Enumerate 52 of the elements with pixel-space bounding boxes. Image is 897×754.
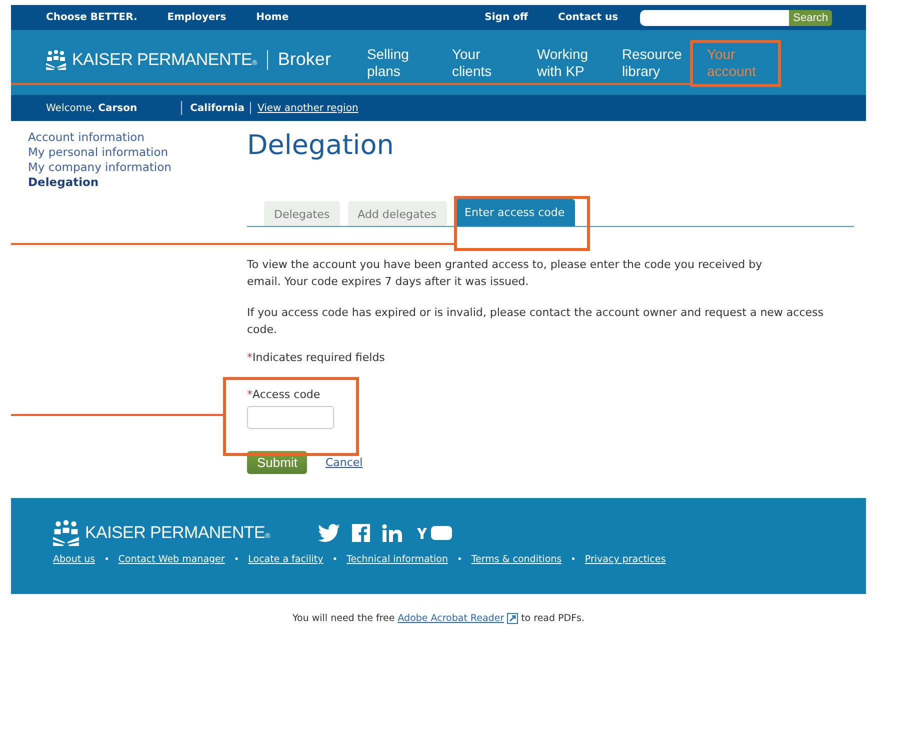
logo-icon bbox=[53, 520, 79, 546]
sidebar-link[interactable]: My personal information bbox=[28, 145, 247, 160]
top-link[interactable]: Contact us bbox=[558, 12, 618, 23]
facebook-icon[interactable] bbox=[352, 524, 370, 542]
paragraph: To view the account you have been granted access to, please enter the code you received by email. Your code expires 7 days after it was issued. bbox=[247, 257, 764, 290]
pdf-note: You will need the free bbox=[292, 613, 395, 624]
section-title: Broker bbox=[278, 49, 331, 70]
footer-link[interactable]: Contact Web manager bbox=[118, 554, 225, 565]
top-link[interactable]: Sign off bbox=[484, 12, 528, 23]
external-link-icon[interactable] bbox=[507, 613, 518, 624]
required-note: Indicates required fields bbox=[252, 351, 385, 364]
top-link[interactable]: Choose BETTER. bbox=[46, 12, 138, 23]
bullet: • bbox=[104, 554, 110, 564]
tab[interactable]: Add delegates bbox=[348, 201, 447, 226]
region-link[interactable]: View another region bbox=[257, 102, 358, 114]
cancel-link[interactable]: Cancel bbox=[325, 456, 363, 469]
required-mark: * bbox=[247, 388, 252, 401]
paragraph: If you access code has expired or is invalid, please contact the account owner and request a new access code. bbox=[247, 305, 824, 338]
bullet: • bbox=[332, 554, 338, 564]
search-field[interactable] bbox=[640, 10, 790, 26]
top-link[interactable]: Home bbox=[256, 12, 289, 23]
footer-link[interactable]: About us bbox=[53, 554, 96, 565]
acrobat-link[interactable]: Adobe Acrobat Reader bbox=[398, 613, 504, 624]
footer-link[interactable]: Terms & conditions bbox=[471, 554, 562, 565]
nav-link[interactable]: Resource library bbox=[622, 46, 692, 80]
nav-link[interactable]: Working with KP bbox=[536, 46, 607, 80]
bullet: • bbox=[234, 554, 240, 564]
bullet: • bbox=[457, 554, 462, 564]
pdf-note: to read PDFs. bbox=[521, 613, 585, 624]
top-link[interactable]: Employers bbox=[167, 12, 226, 23]
nav-link[interactable]: Your clients bbox=[452, 46, 522, 80]
field-label: Access code bbox=[252, 388, 320, 401]
tab[interactable]: Enter access code bbox=[454, 199, 575, 226]
tab[interactable]: Delegates bbox=[264, 201, 340, 226]
search-button[interactable]: Search bbox=[789, 10, 832, 26]
bird-icon[interactable] bbox=[318, 524, 340, 542]
welcome-text: Welcome, Carson bbox=[46, 102, 138, 114]
sidebar-link[interactable]: My company information bbox=[28, 160, 247, 175]
footer-link[interactable]: Locate a facility bbox=[248, 554, 324, 565]
page-title: Delegation bbox=[247, 130, 395, 163]
footer-link[interactable]: Technical information bbox=[346, 554, 448, 565]
sidebar-link[interactable]: Delegation bbox=[28, 175, 247, 190]
linkedin-icon[interactable] bbox=[382, 524, 404, 542]
bullet: • bbox=[570, 554, 576, 564]
footer-link[interactable]: Privacy practices bbox=[584, 554, 666, 565]
sidebar-link[interactable]: Account information bbox=[28, 130, 247, 145]
nav-link[interactable]: Selling plans bbox=[366, 46, 437, 80]
required-mark: * bbox=[247, 351, 252, 364]
access-code-field[interactable] bbox=[247, 406, 334, 429]
logo-icon bbox=[46, 50, 66, 70]
video-icon[interactable] bbox=[416, 525, 452, 541]
region-name: California bbox=[190, 102, 244, 114]
